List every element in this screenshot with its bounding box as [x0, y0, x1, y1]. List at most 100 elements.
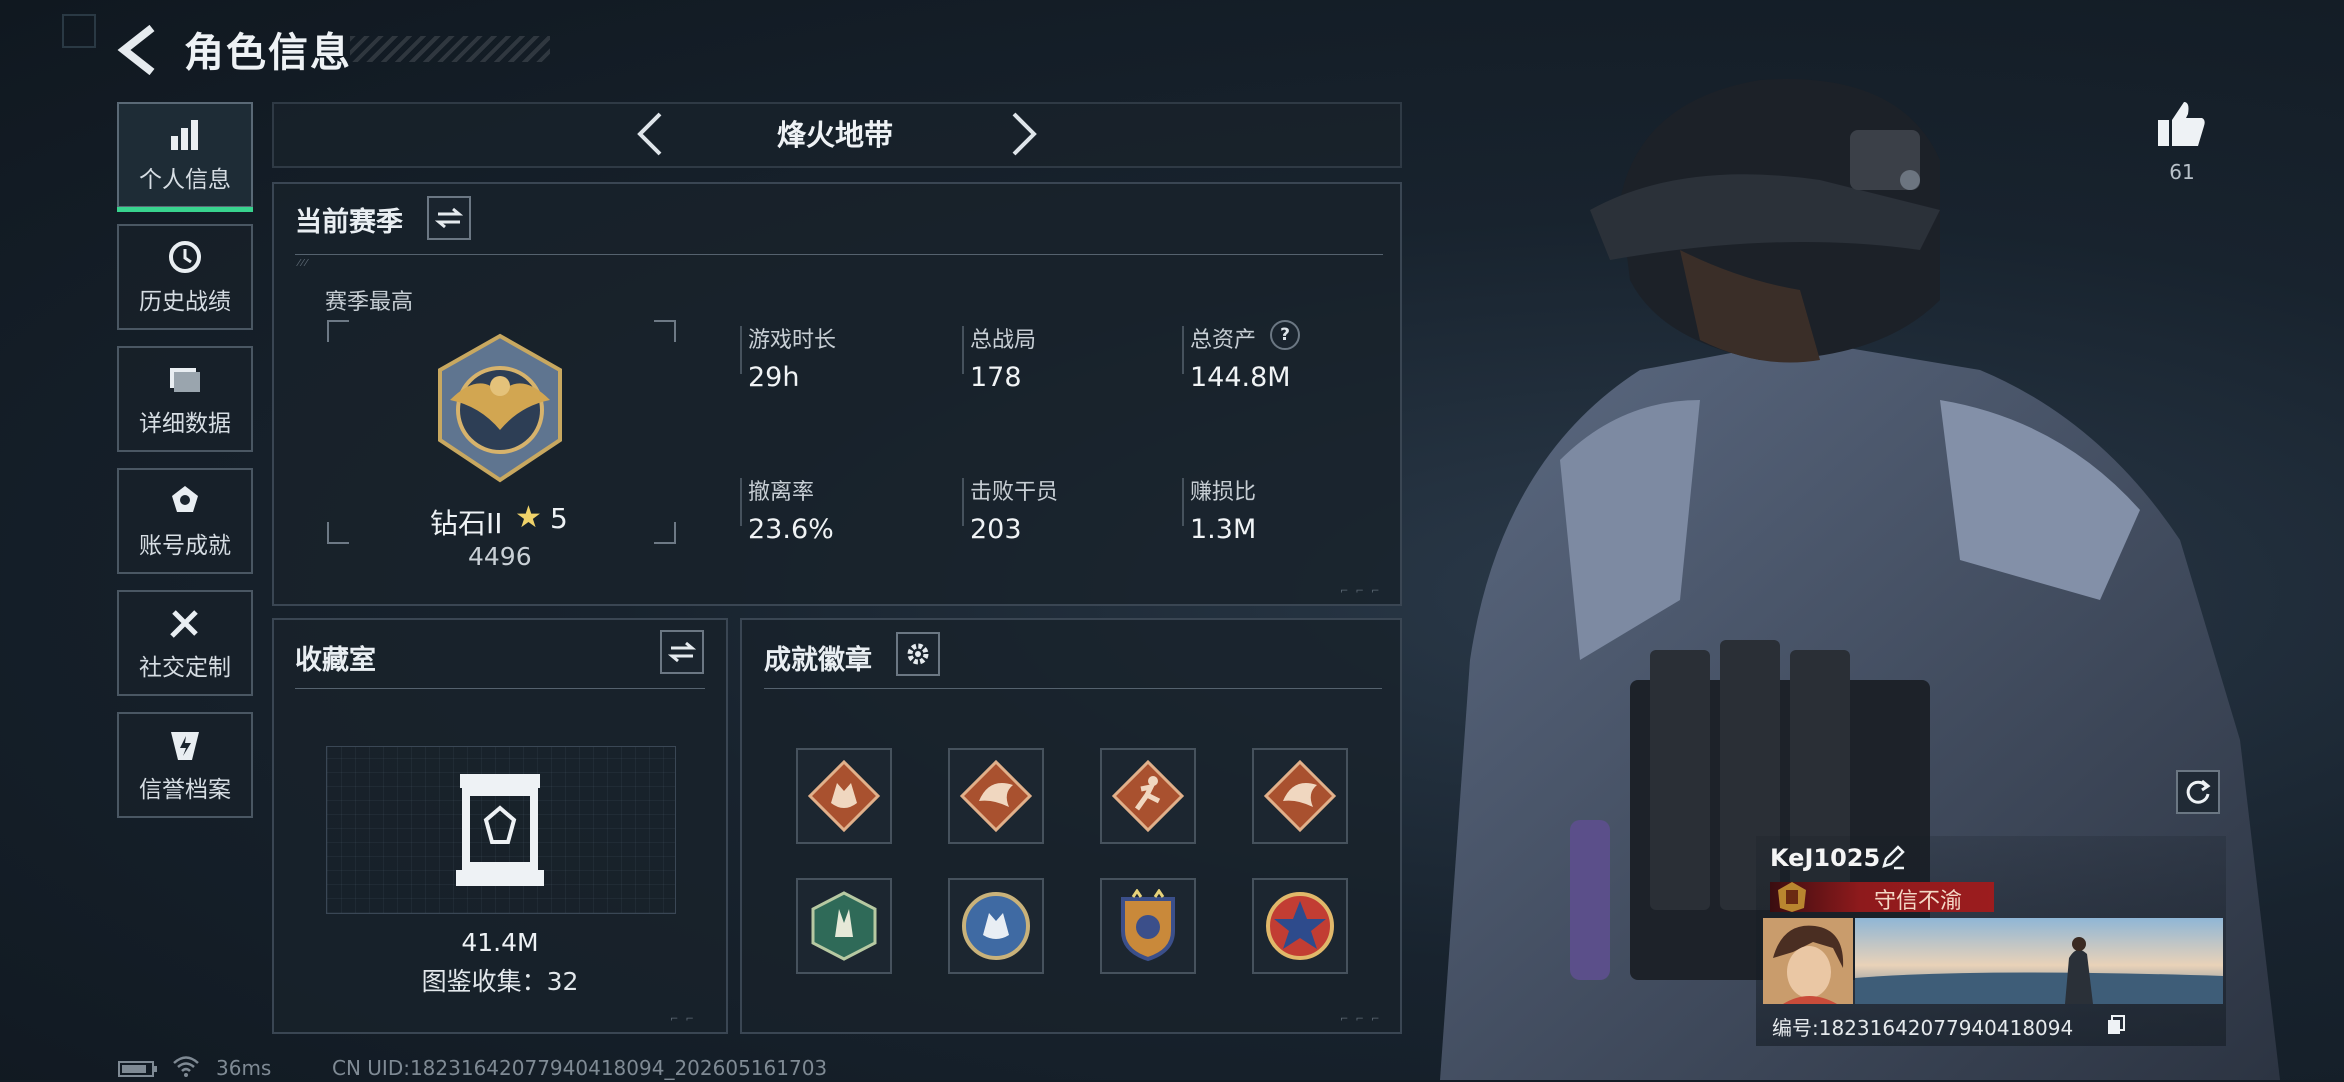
runner-badge-icon: [1111, 759, 1185, 833]
dragon-badge-icon: [959, 759, 1033, 833]
active-indicator: [117, 207, 253, 212]
ping-text: 36ms: [216, 1056, 272, 1080]
sidebar-item-social-custom[interactable]: 社交定制: [117, 590, 253, 696]
collection-switch-button[interactable]: [660, 630, 704, 674]
collection-value: 41.4M: [461, 928, 539, 957]
stat-label-playtime: 游戏时长: [748, 328, 837, 353]
achievements-title: 成就徽章: [764, 645, 872, 676]
achievement-badge-6[interactable]: [948, 878, 1044, 974]
page-title: 角色信息: [184, 30, 352, 76]
achievement-badge-3[interactable]: [1100, 748, 1196, 844]
refresh-button[interactable]: [2176, 770, 2220, 814]
achievement-badge-1[interactable]: [796, 748, 892, 844]
achievements-settings-button[interactable]: [896, 632, 940, 676]
frame-corner: [327, 320, 349, 342]
stat-value-kills: 203: [970, 514, 1022, 545]
battery-icon: [118, 1060, 158, 1078]
rank-star-icon: ★: [515, 500, 542, 535]
gear-icon: [907, 643, 929, 665]
title-stripes-decoration: [350, 36, 550, 62]
season-best-label: 赛季最高: [325, 290, 414, 315]
thumbs-up-icon: [2158, 102, 2205, 146]
pencil-icon: [1882, 845, 1905, 870]
swap-icon: [668, 641, 696, 663]
divider: [295, 254, 1383, 255]
uid-text: CN UID:18231642077940418094_202605161703: [332, 1056, 828, 1080]
panel-corner-mark: ⌐ ⌐ ⌐: [1340, 586, 1382, 597]
wrench-icon: [170, 610, 198, 638]
stat-value-playtime: 29h: [748, 362, 800, 393]
corner-decoration: [62, 14, 96, 48]
folder-icon: [170, 368, 200, 392]
stat-label-assets: 总资产: [1190, 328, 1257, 353]
stat-divider: [1182, 478, 1184, 526]
achievement-badge-4[interactable]: [1252, 748, 1348, 844]
like-button[interactable]: [2154, 96, 2210, 152]
wolf-badge-icon: [807, 759, 881, 833]
wolf-blue-badge-icon: [962, 892, 1030, 960]
wifi-icon: [172, 1054, 200, 1078]
medal-icon: [172, 486, 198, 512]
player-avatar[interactable]: [1763, 918, 1853, 1004]
assets-help-icon[interactable]: ?: [1270, 320, 1300, 350]
frame-corner: [654, 320, 676, 342]
stat-value-matches: 178: [970, 362, 1022, 393]
refresh-icon: [2186, 779, 2211, 804]
panel-corner-mark: ⌐ ⌐: [670, 1014, 696, 1025]
sidebar-item-label: 账号成就: [139, 533, 231, 559]
stat-label-kills: 击败干员: [970, 480, 1059, 505]
stat-label-extract-rate: 撤离率: [748, 480, 815, 505]
sidebar-item-label: 信誉档案: [139, 777, 231, 803]
sidebar-item-achievements[interactable]: 账号成就: [117, 468, 253, 574]
title-emblem-icon: [1778, 882, 1806, 912]
rank-score: 4496: [468, 542, 532, 571]
sidebar-item-label: 详细数据: [139, 411, 231, 437]
back-button[interactable]: [116, 24, 160, 76]
player-title: 守信不渝: [1874, 889, 1963, 914]
sidebar-item-personal-info[interactable]: 个人信息: [117, 102, 253, 212]
chevron-right-icon: [1012, 112, 1037, 156]
swap-icon: [435, 207, 463, 229]
divider: [295, 688, 705, 689]
divider-mark: ⁄⁄⁄: [298, 258, 310, 269]
collection-title: 收藏室: [295, 645, 376, 676]
rank-emblem-icon: [438, 333, 562, 483]
prev-mode-button[interactable]: [630, 108, 670, 160]
banner-image: [1855, 918, 2223, 1004]
sidebar-item-label: 历史战绩: [139, 289, 231, 315]
dragon-badge-icon: [1263, 759, 1337, 833]
player-name: KeJ1025: [1770, 844, 1881, 872]
chevron-left-icon: [637, 112, 662, 156]
achievement-badge-8[interactable]: [1252, 878, 1348, 974]
stat-divider: [1182, 326, 1184, 374]
avatar-image: [1763, 918, 1853, 1004]
stat-value-assets: 144.8M: [1190, 362, 1291, 393]
stat-label-matches: 总战局: [970, 328, 1037, 353]
copy-icon: [2108, 1015, 2125, 1034]
achievement-badge-2[interactable]: [948, 748, 1044, 844]
back-arrow-icon: [117, 24, 155, 76]
achievement-badge-7[interactable]: [1100, 878, 1196, 974]
rabbit-badge-icon: [811, 891, 877, 961]
edit-name-button[interactable]: [1880, 844, 1906, 870]
sidebar-item-detailed-data[interactable]: 详细数据: [117, 346, 253, 452]
panel-corner-mark: ⌐ ⌐ ⌐: [1340, 1014, 1382, 1025]
stat-label-profit-ratio: 赚损比: [1190, 480, 1257, 505]
rank-stars: 5: [550, 502, 568, 535]
season-switch-button[interactable]: [427, 196, 471, 240]
next-mode-button[interactable]: [1004, 108, 1044, 160]
player-id: 编号:18231642077940418094: [1772, 1016, 2074, 1040]
display-case-icon: [456, 774, 544, 886]
player-banner: [1855, 918, 2223, 1004]
copy-id-button[interactable]: [2106, 1014, 2126, 1036]
stat-divider: [740, 478, 742, 526]
sidebar-item-reputation[interactable]: 信誉档案: [117, 712, 253, 818]
stat-divider: [962, 478, 964, 526]
mode-label: 烽火地带: [776, 118, 893, 152]
achievement-badge-5[interactable]: [796, 878, 892, 974]
sidebar-item-history[interactable]: 历史战绩: [117, 224, 253, 330]
frame-corner: [327, 522, 349, 544]
divider: [764, 688, 1382, 689]
collection-count: 图鉴收集：32: [421, 967, 579, 996]
sidebar-item-label: 个人信息: [139, 167, 231, 193]
